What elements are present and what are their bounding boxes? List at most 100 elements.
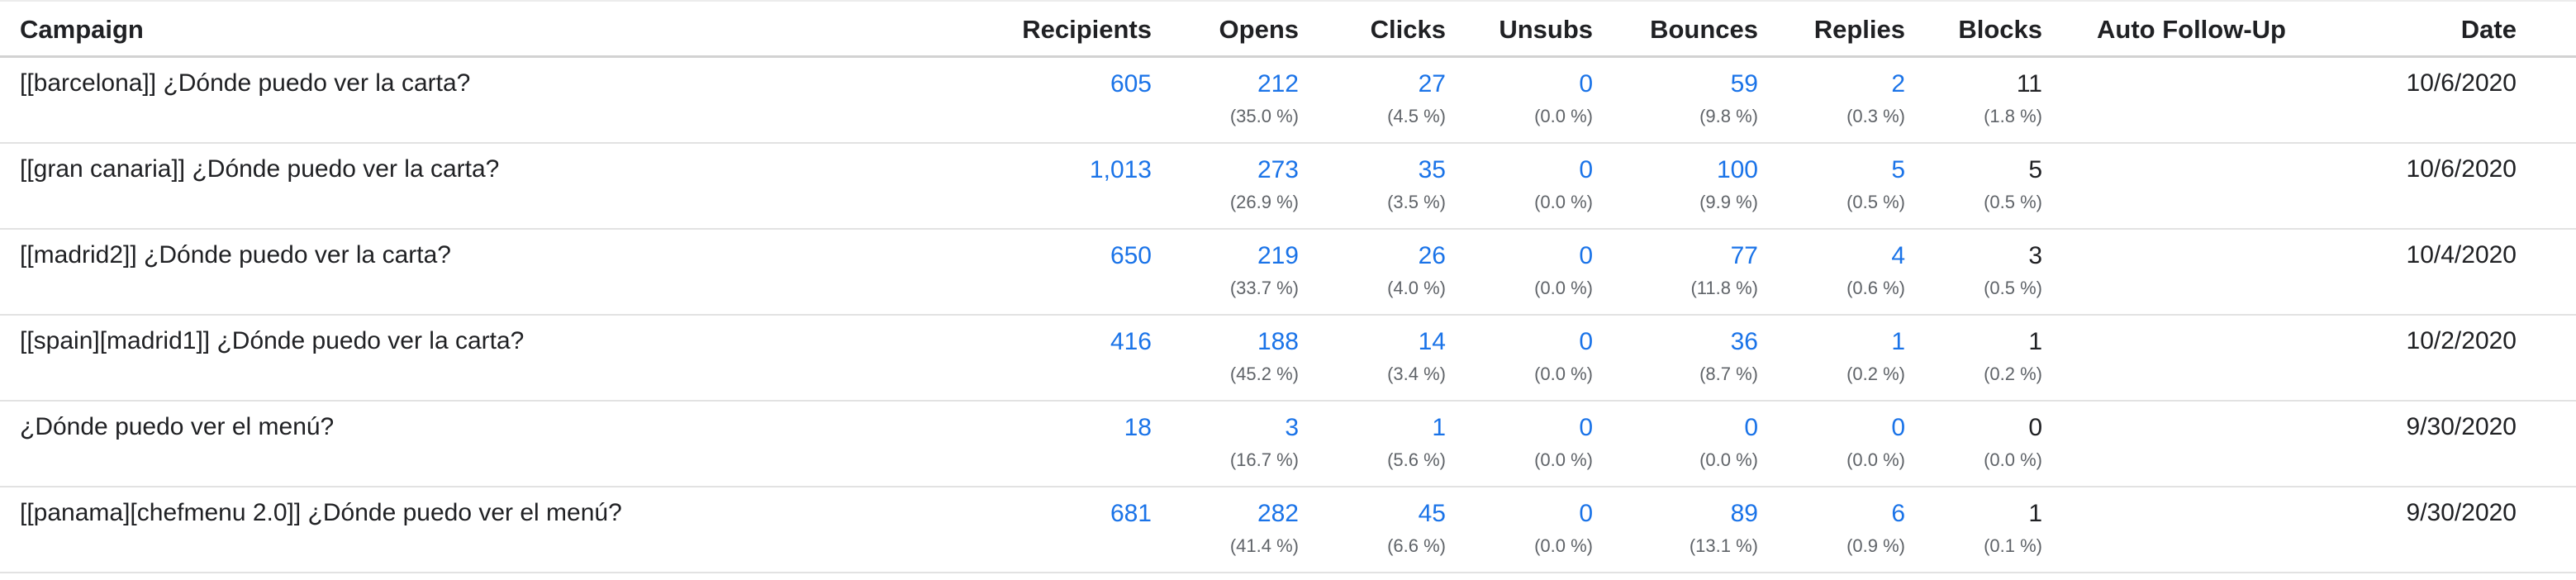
blocks-count: 0 (2028, 414, 2042, 441)
clicks-count[interactable]: 14 (1387, 327, 1446, 357)
bounces-count[interactable]: 59 (1699, 69, 1758, 99)
campaign-name[interactable]: [[spain][madrid1]] ¿Dónde puedo ver la c… (20, 327, 524, 355)
clicks-count[interactable]: 26 (1387, 241, 1446, 271)
unsubs-count[interactable]: 0 (1534, 327, 1593, 357)
opens-percentage: (45.2 %) (1229, 364, 1299, 384)
campaign-name[interactable]: [[gran canaria]] ¿Dónde puedo ver la car… (20, 155, 499, 183)
bounces-percentage: (11.8 %) (1690, 278, 1758, 298)
clicks-percentage: (3.5 %) (1387, 192, 1446, 212)
recipients-count[interactable]: 650 (1110, 241, 1152, 271)
cell-clicks: 1 (5.6 %) (1387, 413, 1446, 473)
replies-count[interactable]: 1 (1846, 327, 1905, 357)
col-header-date[interactable]: Date (2461, 15, 2517, 45)
replies-count[interactable]: 6 (1846, 499, 1905, 529)
campaign-name[interactable]: [[barcelona]] ¿Dónde puedo ver la carta? (20, 69, 470, 97)
unsubs-count[interactable]: 0 (1534, 499, 1593, 529)
clicks-percentage: (5.6 %) (1387, 449, 1446, 470)
col-header-replies[interactable]: Replies (1814, 15, 1905, 45)
col-header-recipients[interactable]: Recipients (1022, 15, 1152, 45)
table-row[interactable]: [[madrid2]] ¿Dónde puedo ver la carta? 65… (0, 230, 2576, 316)
opens-percentage: (26.9 %) (1229, 192, 1299, 212)
col-header-bounces[interactable]: Bounces (1650, 15, 1758, 45)
blocks-percentage: (0.5 %) (1984, 192, 2042, 212)
recipients-count[interactable]: 416 (1110, 327, 1152, 357)
cell-unsubs: 0 (0.0 %) (1534, 499, 1593, 559)
cell-recipients: 1,013 (1090, 155, 1152, 185)
unsubs-count[interactable]: 0 (1534, 241, 1593, 271)
col-header-campaign[interactable]: Campaign (20, 15, 144, 45)
opens-count[interactable]: 3 (1230, 413, 1299, 443)
campaign-name[interactable]: [[panama][chefmenu 2.0]] ¿Dónde puedo ve… (20, 499, 622, 527)
bounces-percentage: (9.8 %) (1699, 106, 1758, 126)
recipients-count[interactable]: 681 (1110, 499, 1152, 529)
cell-replies: 1 (0.2 %) (1846, 327, 1905, 387)
table-row[interactable]: [[panama][chefmenu 2.0]] ¿Dónde puedo ve… (0, 487, 2576, 573)
bounces-count[interactable]: 89 (1690, 499, 1758, 529)
bounces-count[interactable]: 36 (1699, 327, 1758, 357)
bounces-count[interactable]: 77 (1690, 241, 1758, 271)
cell-bounces: 89 (13.1 %) (1690, 499, 1758, 559)
recipients-count[interactable]: 1,013 (1090, 155, 1152, 185)
table-row[interactable]: [[barcelona]] ¿Dónde puedo ver la carta?… (0, 58, 2576, 144)
opens-count[interactable]: 212 (1230, 69, 1299, 99)
table-row[interactable]: [[gran canaria]] ¿Dónde puedo ver la car… (0, 144, 2576, 230)
blocks-percentage: (1.8 %) (1984, 106, 2042, 126)
table-row[interactable]: ¿Dónde puedo ver el menú? 18 3 (16.7 %) 1 (5.… (0, 402, 2576, 487)
clicks-count[interactable]: 1 (1387, 413, 1446, 443)
campaign-name[interactable]: ¿Dónde puedo ver el menú? (20, 413, 334, 441)
col-header-opens[interactable]: Opens (1219, 15, 1299, 45)
cell-blocks: 11 (1.8 %) (1984, 69, 2042, 129)
cell-replies: 2 (0.3 %) (1846, 69, 1905, 129)
cell-unsubs: 0 (0.0 %) (1534, 241, 1593, 301)
opens-count[interactable]: 219 (1230, 241, 1299, 271)
col-header-auto-follow-up[interactable]: Auto Follow-Up (2097, 15, 2286, 45)
opens-count[interactable]: 282 (1230, 499, 1299, 529)
replies-count[interactable]: 4 (1846, 241, 1905, 271)
replies-percentage: (0.6 %) (1846, 278, 1905, 298)
bounces-percentage: (9.9 %) (1699, 192, 1758, 212)
replies-count[interactable]: 0 (1846, 413, 1905, 443)
opens-percentage: (33.7 %) (1229, 278, 1299, 298)
unsubs-count[interactable]: 0 (1534, 413, 1593, 443)
unsubs-percentage: (0.0 %) (1534, 192, 1593, 212)
bounces-count[interactable]: 100 (1699, 155, 1758, 185)
cell-opens: 212 (35.0 %) (1230, 69, 1299, 129)
unsubs-percentage: (0.0 %) (1534, 106, 1593, 126)
opens-count[interactable]: 273 (1230, 155, 1299, 185)
cell-date: 10/6/2020 (2406, 69, 2517, 97)
cell-opens: 282 (41.4 %) (1230, 499, 1299, 559)
cell-date: 10/6/2020 (2406, 155, 2517, 183)
blocks-percentage: (0.5 %) (1984, 278, 2042, 298)
table-row[interactable]: [[spain][madrid1]] ¿Dónde puedo ver la c… (0, 316, 2576, 402)
col-header-blocks[interactable]: Blocks (1958, 15, 2042, 45)
clicks-count[interactable]: 35 (1387, 155, 1446, 185)
col-header-clicks[interactable]: Clicks (1371, 15, 1446, 45)
recipients-count[interactable]: 605 (1110, 69, 1152, 99)
replies-count[interactable]: 2 (1846, 69, 1905, 99)
clicks-percentage: (4.0 %) (1387, 278, 1446, 298)
unsubs-count[interactable]: 0 (1534, 155, 1593, 185)
recipients-count[interactable]: 18 (1124, 413, 1152, 443)
blocks-percentage: (0.1 %) (1984, 535, 2042, 556)
cell-opens: 188 (45.2 %) (1230, 327, 1299, 387)
cell-bounces: 36 (8.7 %) (1699, 327, 1758, 387)
clicks-count[interactable]: 45 (1387, 499, 1446, 529)
opens-count[interactable]: 188 (1230, 327, 1299, 357)
replies-count[interactable]: 5 (1846, 155, 1905, 185)
cell-date: 10/2/2020 (2406, 327, 2517, 354)
bounces-percentage: (13.1 %) (1689, 535, 1758, 556)
unsubs-count[interactable]: 0 (1534, 69, 1593, 99)
campaign-name[interactable]: [[madrid2]] ¿Dónde puedo ver la carta? (20, 241, 451, 269)
cell-recipients: 605 (1110, 69, 1152, 99)
cell-clicks: 35 (3.5 %) (1387, 155, 1446, 215)
blocks-count: 5 (2028, 156, 2042, 183)
unsubs-percentage: (0.0 %) (1534, 535, 1593, 556)
clicks-count[interactable]: 27 (1387, 69, 1446, 99)
bounces-percentage: (8.7 %) (1699, 364, 1758, 384)
col-header-unsubs[interactable]: Unsubs (1499, 15, 1593, 45)
cell-replies: 0 (0.0 %) (1846, 413, 1905, 473)
cell-clicks: 14 (3.4 %) (1387, 327, 1446, 387)
blocks-count: 1 (2028, 500, 2042, 527)
bounces-count[interactable]: 0 (1699, 413, 1758, 443)
blocks-count: 3 (2028, 242, 2042, 269)
